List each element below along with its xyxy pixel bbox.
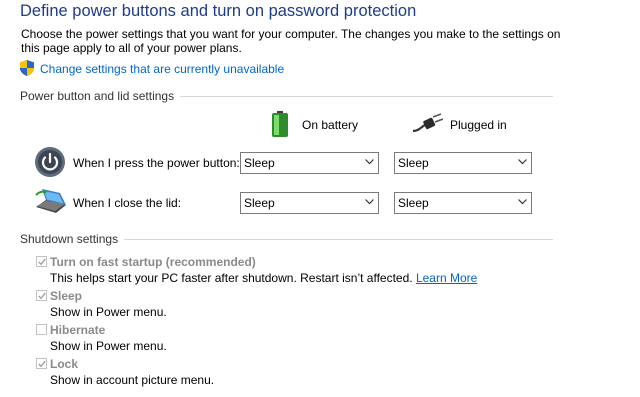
- selected-value: Sleep: [398, 156, 429, 170]
- close-lid-battery-select[interactable]: Sleep: [240, 192, 379, 214]
- fast-startup-description: This helps start your PC faster after sh…: [50, 271, 477, 285]
- chevron-down-icon: [365, 159, 374, 165]
- power-button-icon: [35, 147, 65, 177]
- close-lid-row-label: When I close the lid:: [73, 196, 182, 210]
- shutdown-section-label: Shutdown settings: [20, 232, 125, 246]
- column-header-plugged: Plugged in: [450, 118, 507, 132]
- lock-label: Lock: [50, 357, 79, 371]
- change-settings-link[interactable]: Change settings that are currently unava…: [40, 62, 284, 76]
- battery-icon: [272, 111, 288, 137]
- check-icon: [38, 258, 46, 266]
- selected-value: Sleep: [398, 196, 429, 210]
- laptop-lid-icon: [35, 189, 66, 213]
- power-section-label: Power button and lid settings: [20, 89, 181, 103]
- hibernate-label: Hibernate: [50, 323, 106, 337]
- chevron-down-icon: [518, 159, 527, 165]
- chevron-down-icon: [518, 199, 527, 205]
- sleep-description: Show in Power menu.: [50, 305, 167, 319]
- power-button-plugged-select[interactable]: Sleep: [394, 152, 532, 174]
- power-button-row-label: When I press the power button:: [73, 156, 240, 170]
- fast-startup-checkbox[interactable]: [36, 256, 47, 267]
- column-header-battery: On battery: [302, 118, 359, 132]
- check-icon: [38, 292, 46, 300]
- close-lid-plugged-select[interactable]: Sleep: [394, 192, 532, 214]
- power-button-battery-select[interactable]: Sleep: [240, 152, 379, 174]
- lock-description: Show in account picture menu.: [50, 373, 215, 387]
- hibernate-description: Show in Power menu.: [50, 339, 167, 353]
- hibernate-checkbox[interactable]: [36, 324, 47, 335]
- learn-more-link[interactable]: Learn More: [416, 271, 477, 285]
- check-icon: [38, 360, 46, 368]
- chevron-down-icon: [365, 199, 374, 205]
- page-title: Define power buttons and turn on passwor…: [20, 2, 417, 20]
- fast-startup-label: Turn on fast startup (recommended): [50, 255, 256, 269]
- selected-value: Sleep: [244, 156, 275, 170]
- plug-icon: [413, 113, 443, 133]
- sleep-label: Sleep: [50, 289, 83, 303]
- selected-value: Sleep: [244, 196, 275, 210]
- uac-shield-icon: [20, 60, 34, 76]
- sleep-checkbox[interactable]: [36, 290, 47, 301]
- lock-checkbox[interactable]: [36, 358, 47, 369]
- page-description: Choose the power settings that you want …: [21, 27, 561, 55]
- fast-startup-description-text: This helps start your PC faster after sh…: [50, 271, 413, 285]
